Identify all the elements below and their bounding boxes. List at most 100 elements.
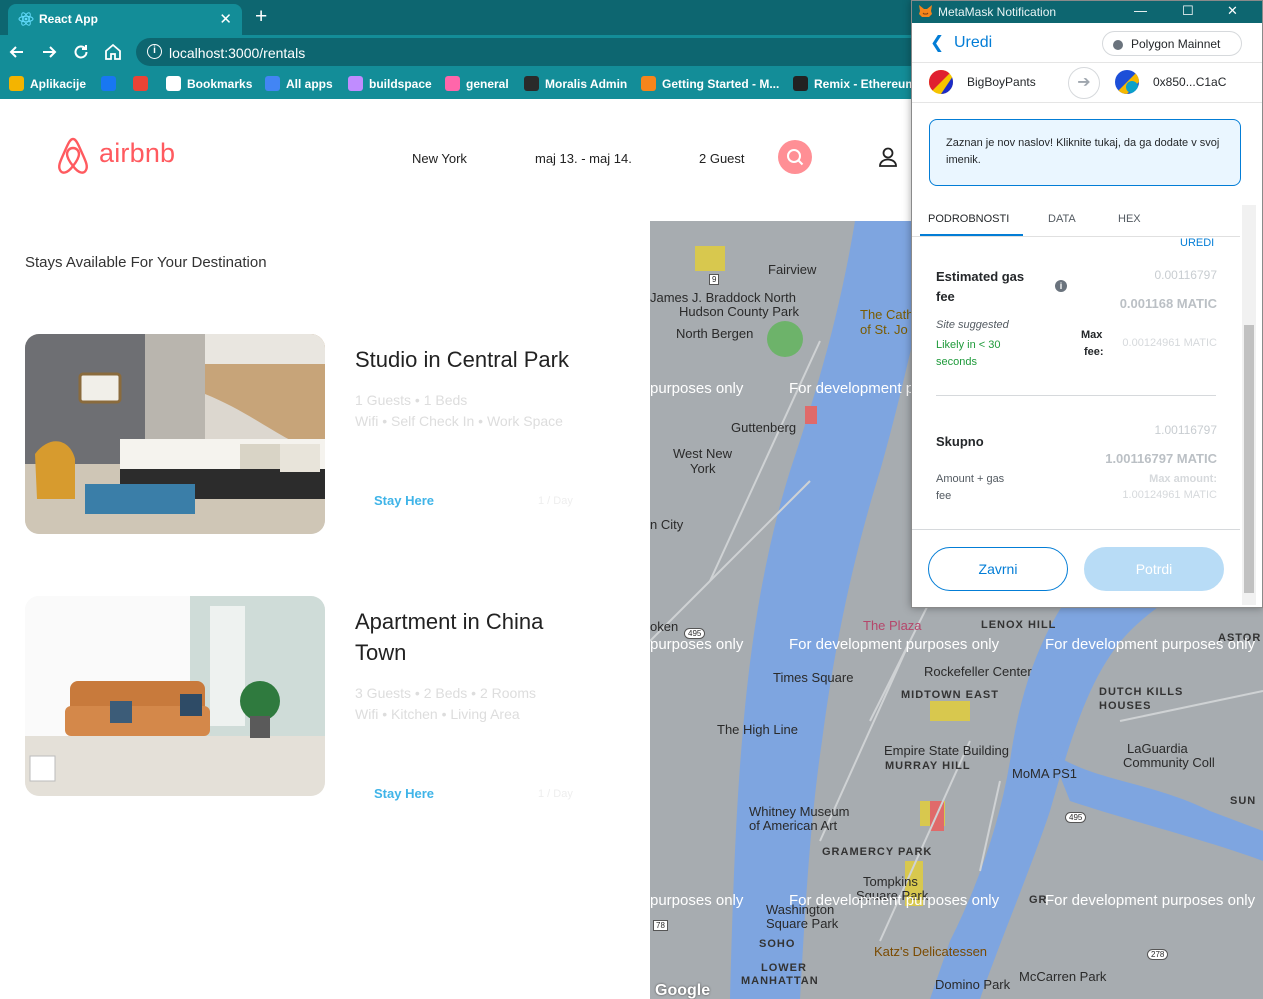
bookmark-item[interactable] — [133, 76, 154, 92]
map-label: The Cath — [860, 307, 914, 322]
rental-image[interactable] — [25, 596, 325, 796]
gmail-icon — [133, 76, 148, 91]
map-district: SUN — [1230, 795, 1257, 807]
network-selector[interactable]: Polygon Mainnet — [1102, 31, 1242, 56]
info-icon[interactable]: i — [1055, 280, 1067, 292]
tab-data[interactable]: DATA — [1048, 213, 1076, 225]
search-button[interactable] — [778, 140, 812, 174]
map-label: Hudson County Park — [679, 304, 799, 319]
stay-here-button[interactable]: Stay Here — [374, 493, 434, 508]
edit-back-link[interactable]: Uredi — [954, 34, 992, 52]
divider — [936, 395, 1216, 396]
scrollbar-thumb[interactable] — [1244, 325, 1254, 593]
map-district: SOHO — [759, 938, 796, 950]
airbnb-logo-text: airbnb — [99, 138, 176, 168]
bookmark-item[interactable]: general — [445, 76, 509, 92]
map-label: Guttenberg — [731, 420, 797, 435]
bookmark-item[interactable]: All apps — [265, 76, 333, 92]
network-status-icon — [1113, 40, 1123, 50]
bookmark-item[interactable]: buildspace — [348, 76, 432, 92]
map-label: McCarren Park — [1019, 969, 1107, 984]
reload-icon[interactable] — [71, 42, 91, 62]
rental-image[interactable] — [25, 334, 325, 534]
max-amount-label: Max amount: — [1149, 473, 1217, 485]
map-district: MIDTOWN EAST — [901, 689, 999, 701]
search-icon — [787, 149, 804, 166]
bookmark-label: All apps — [286, 77, 333, 91]
tab-details[interactable]: PODROBNOSTI — [928, 213, 1009, 225]
forward-arrow-icon[interactable] — [39, 42, 59, 62]
gas-fee-label-2: fee — [936, 289, 955, 304]
user-icon[interactable] — [877, 146, 899, 168]
minimize-icon[interactable]: — — [1134, 3, 1147, 18]
road-shield: 9 — [709, 274, 720, 285]
search-dates[interactable]: maj 13. - maj 14. — [535, 151, 632, 166]
map-dev-watermark: purposes only — [650, 380, 744, 397]
bookmark-item[interactable]: Aplikacije — [9, 76, 86, 92]
bookmark-item[interactable]: Getting Started - M... — [641, 76, 779, 92]
tab-close-icon[interactable]: ✕ — [219, 10, 232, 28]
scrollbar[interactable] — [1242, 205, 1256, 605]
react-icon — [18, 12, 34, 26]
address-url[interactable]: localhost:3000/rentals — [169, 45, 305, 61]
edit-gas-link[interactable]: UREDI — [1180, 237, 1214, 249]
map-label: Square Park — [766, 916, 839, 931]
google-logo: Google — [655, 982, 711, 999]
details-tabs: PODROBNOSTI DATA HEX — [912, 205, 1240, 237]
rental-price: 1 / Day — [538, 788, 573, 800]
airbnb-logo-icon — [58, 137, 88, 174]
bookmark-item[interactable]: Bookmarks — [166, 76, 252, 92]
rental-title[interactable]: Apartment in China Town — [355, 606, 595, 668]
discord-icon — [445, 76, 460, 91]
map-dev-watermark: For development purposes only — [1045, 636, 1256, 653]
site-info-icon[interactable]: i — [147, 44, 162, 59]
max-amount-value: 1.00124961 MATIC — [1122, 489, 1217, 501]
tab-hex[interactable]: HEX — [1118, 213, 1141, 225]
rental-price: 1 / Day — [538, 495, 573, 507]
map-dev-watermark: For development purposes only — [789, 892, 1000, 909]
map-label: James J. Braddock North — [650, 290, 796, 305]
map-district: LENOX HILL — [981, 619, 1057, 631]
map-label: Rockefeller Center — [924, 664, 1032, 679]
maximize-icon[interactable]: ☐ — [1182, 3, 1194, 19]
new-address-notice[interactable]: Zaznan je nov naslov! Kliknite tukaj, da… — [929, 119, 1241, 186]
new-tab-icon[interactable]: + — [255, 5, 267, 29]
back-arrow-icon[interactable] — [7, 42, 27, 62]
metamask-window-title: MetaMask Notification — [938, 5, 1057, 19]
confirm-button[interactable]: Potrdi — [1084, 547, 1224, 591]
bookmark-item[interactable]: Remix - Ethereum... — [793, 76, 926, 92]
map-district: MANHATTAN — [741, 975, 819, 987]
home-icon[interactable] — [103, 42, 123, 62]
from-account-name[interactable]: BigBoyPants — [967, 75, 1036, 89]
max-fee-label-2: fee: — [1084, 346, 1104, 358]
metamask-fox-icon — [919, 5, 932, 17]
map-label: LaGuardia — [1127, 741, 1188, 756]
rental-details: 3 Guests • 2 Beds • 2 Rooms — [355, 685, 536, 701]
address-bar[interactable]: i localhost:3000/rentals — [136, 38, 936, 66]
search-guests[interactable]: 2 Guest — [699, 151, 745, 166]
window-close-icon[interactable]: ✕ — [1227, 3, 1238, 19]
map-district: DUTCH KILLS — [1099, 686, 1184, 698]
rental-details: 1 Guests • 1 Beds — [355, 392, 468, 408]
road-shield: 278 — [1147, 949, 1169, 960]
road-shield: 78 — [653, 920, 668, 931]
bedroom-photo — [25, 334, 325, 534]
stay-here-button[interactable]: Stay Here — [374, 786, 434, 801]
bookmark-label: Bookmarks — [187, 77, 253, 91]
gas-fee-secondary: 0.00116797 — [1154, 268, 1217, 282]
total-secondary: 1.00116797 — [1154, 423, 1217, 437]
star-icon — [166, 76, 181, 91]
stays-heading: Stays Available For Your Destination — [25, 254, 267, 271]
facebook-icon — [101, 76, 116, 91]
bookmark-item[interactable]: Moralis Admin — [524, 76, 627, 92]
max-fee-label: Max — [1081, 329, 1103, 341]
bookmark-item[interactable] — [101, 76, 122, 92]
map-label: Fairview — [768, 262, 817, 277]
to-account-address[interactable]: 0x850...C1aC — [1153, 75, 1226, 89]
reject-button[interactable]: Zavrni — [928, 547, 1068, 591]
search-location[interactable]: New York — [412, 151, 467, 166]
gas-fee-value: 0.001168 MATIC — [1119, 296, 1217, 311]
chevron-left-icon[interactable]: ❮ — [930, 33, 944, 53]
rental-title[interactable]: Studio in Central Park — [355, 344, 595, 375]
browser-tab[interactable]: React App ✕ — [8, 4, 242, 35]
